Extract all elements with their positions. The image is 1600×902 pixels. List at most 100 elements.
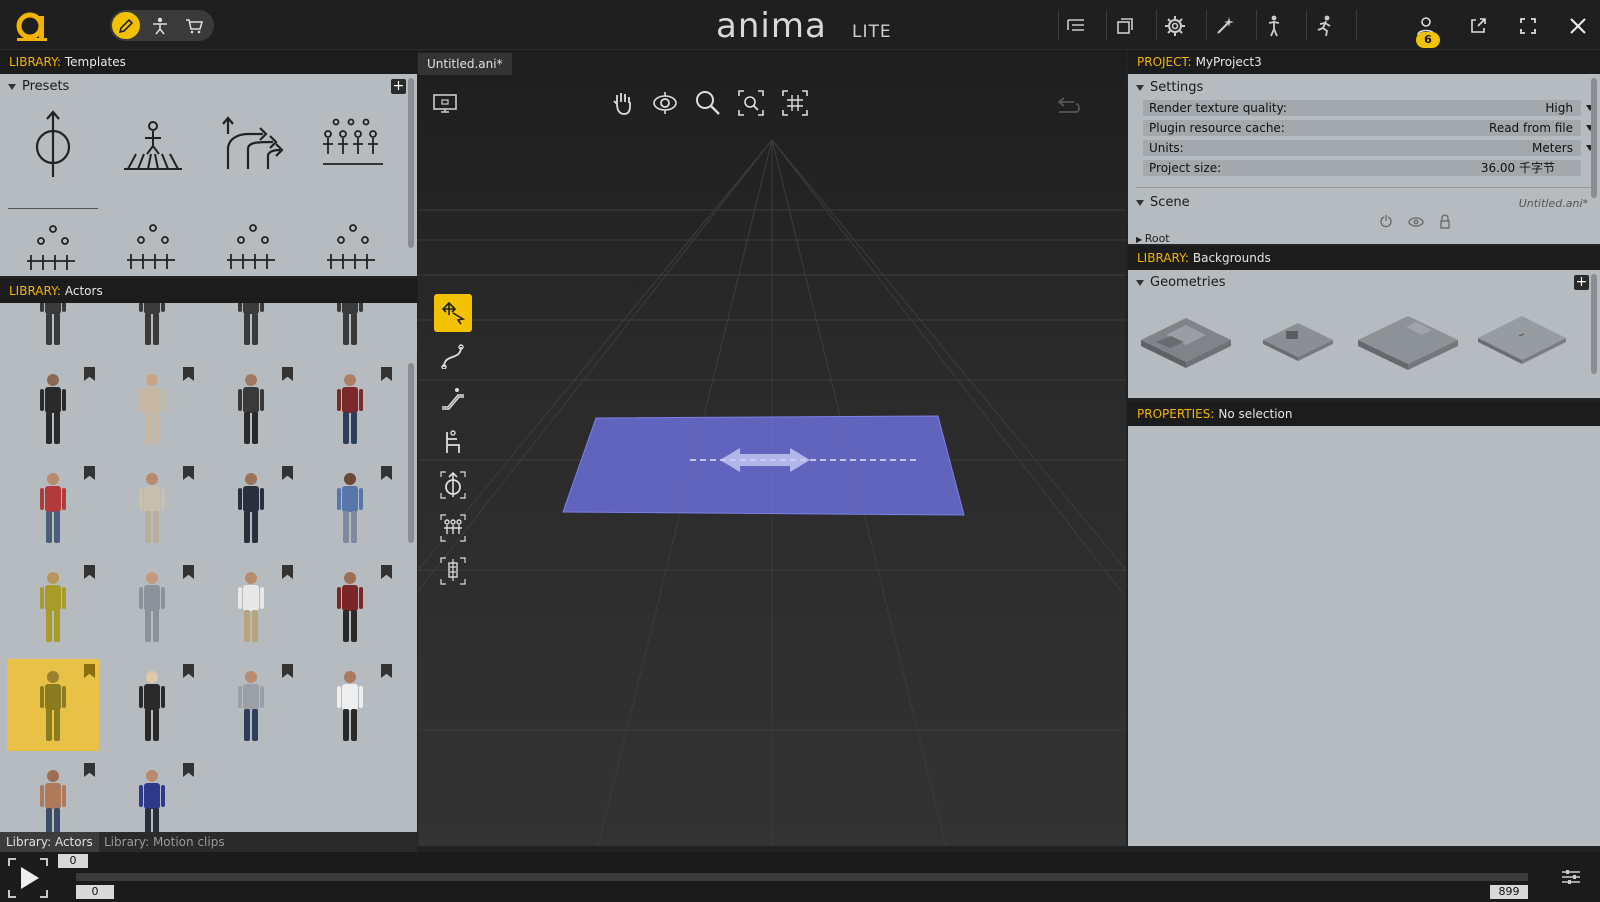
settings-scrollbar[interactable] [1591, 78, 1597, 198]
rotate-actor-preset-icon[interactable] [8, 108, 98, 180]
actor-thumbnail[interactable] [205, 303, 297, 355]
scene-root-item[interactable]: ▶ Root [1136, 232, 1170, 244]
add-preset-button[interactable]: + [391, 79, 406, 94]
scene-section-toggle[interactable]: Scene [1136, 195, 1190, 210]
end-frame-field[interactable]: 899 [1490, 885, 1528, 899]
actor-thumbnail[interactable] [7, 461, 99, 553]
setting-label: Project size: [1149, 161, 1222, 175]
crowd-block-preset-icon[interactable] [208, 208, 298, 280]
presets-section-toggle[interactable]: Presets [8, 79, 69, 94]
properties-panel [1128, 426, 1600, 846]
tab-library-actors[interactable]: Library: Actors [0, 832, 99, 852]
timeline-settings-icon[interactable] [1560, 868, 1582, 886]
presets-scrollbar[interactable] [408, 78, 414, 248]
anima-logo-icon[interactable] [14, 8, 50, 42]
actor-thumbnail[interactable] [304, 461, 396, 553]
actor-thumbnail[interactable] [106, 659, 198, 751]
actor-thumbnail[interactable] [205, 560, 297, 652]
actor-thumbnail[interactable] [7, 758, 99, 832]
rotate-actor-tool-icon[interactable] [434, 466, 472, 504]
close-icon[interactable] [1564, 12, 1592, 40]
actor-thumbnail[interactable] [106, 461, 198, 553]
edit-mode-pencil-icon[interactable] [112, 12, 140, 39]
export-icon[interactable] [1464, 12, 1492, 40]
geometries-section-toggle[interactable]: Geometries [1136, 275, 1226, 290]
crosswalk-preset-icon[interactable] [108, 108, 198, 180]
grid-toggle-icon[interactable] [780, 88, 810, 118]
crowd-area-preset-icon[interactable] [308, 208, 398, 280]
backgrounds-scrollbar[interactable] [1591, 274, 1597, 374]
divider [1136, 187, 1592, 188]
effects-sparkle-icon[interactable] [1211, 12, 1239, 40]
zoom-magnifier-icon[interactable] [693, 88, 723, 118]
actor-thumbnail[interactable] [7, 659, 99, 751]
divider [1106, 10, 1107, 40]
add-geometry-button[interactable]: + [1574, 275, 1589, 290]
actor-thumbnail[interactable] [106, 362, 198, 454]
start-frame-field[interactable]: 0 [76, 885, 114, 899]
crowd-cluster-preset-icon[interactable] [108, 208, 198, 280]
render-texture-quality-select[interactable]: Render texture quality: High [1143, 100, 1581, 116]
setting-value: 36.00 千字节 [1480, 161, 1555, 175]
outliner-list-icon[interactable] [1062, 12, 1090, 40]
actor-thumbnail[interactable] [205, 461, 297, 553]
actors-scrollbar[interactable] [408, 363, 414, 543]
actor-thumbnail[interactable] [106, 560, 198, 652]
document-tab[interactable]: Untitled.ani* [418, 53, 512, 75]
actor-thumbnail[interactable] [304, 659, 396, 751]
plaza-geometry-thumbnail[interactable] [1356, 300, 1460, 380]
actor-mode-icon[interactable] [146, 12, 174, 39]
flat-ground-geometry-thumbnail[interactable] [1470, 300, 1574, 380]
orbit-rotate-icon[interactable] [650, 88, 680, 118]
seat-chair-tool-icon[interactable] [434, 423, 472, 461]
mode-switcher [110, 10, 214, 41]
escalator-tool-icon[interactable] [434, 380, 472, 418]
pan-hand-icon[interactable] [608, 88, 638, 118]
3d-viewport[interactable] [418, 50, 1126, 846]
settings-gear-icon[interactable] [1161, 12, 1189, 40]
play-button[interactable] [8, 858, 48, 898]
app-edition: LITE [852, 22, 892, 42]
select-move-tool-icon[interactable] [434, 294, 472, 332]
store-cart-icon[interactable] [180, 12, 208, 39]
actor-thumbnail[interactable] [7, 560, 99, 652]
actor-thumbnail[interactable] [304, 303, 396, 355]
project-key: PROJECT: [1137, 55, 1192, 69]
current-frame-field[interactable]: 0 [58, 854, 88, 868]
path-curve-tool-icon[interactable] [434, 337, 472, 375]
units-select[interactable]: Units: Meters [1143, 140, 1581, 156]
timeline-track[interactable] [76, 873, 1528, 881]
library-key: LIBRARY: [1137, 251, 1189, 265]
scene-file-name: Untitled.ani* [1518, 197, 1588, 210]
fullscreen-icon[interactable] [1514, 12, 1542, 40]
animation-running-icon[interactable] [1311, 12, 1339, 40]
actor-thumbnail[interactable] [304, 560, 396, 652]
reset-camera-icon[interactable] [1054, 90, 1084, 120]
crowd-tool-icon[interactable] [434, 509, 472, 547]
actor-thumbnail[interactable] [106, 758, 198, 832]
presets-panel: Presets + [0, 74, 417, 276]
divider [1058, 10, 1059, 40]
tab-library-motion-clips[interactable]: Library: Motion clips [98, 832, 231, 852]
actor-thumbnail[interactable] [106, 303, 198, 355]
crowd-grid-preset-icon[interactable] [8, 208, 98, 280]
actor-standing-icon[interactable] [1260, 12, 1288, 40]
actors-library-header: LIBRARY: Actors [0, 279, 417, 303]
actor-thumbnail[interactable] [7, 362, 99, 454]
actor-thumbnail[interactable] [7, 303, 99, 355]
actor-thumbnail[interactable] [304, 362, 396, 454]
plugin-resource-cache-select[interactable]: Plugin resource cache: Read from file [1143, 120, 1581, 136]
notification-badge: 6 [1416, 32, 1440, 48]
actor-thumbnail[interactable] [205, 659, 297, 751]
settings-section-toggle[interactable]: Settings [1136, 80, 1203, 95]
actor-thumbnail[interactable] [205, 362, 297, 454]
city-block-geometry-thumbnail[interactable] [1134, 300, 1238, 380]
layers-icon[interactable] [1111, 12, 1139, 40]
branching-paths-preset-icon[interactable] [208, 108, 298, 180]
zoom-to-fit-icon[interactable] [736, 88, 766, 118]
spawn-point-tool-icon[interactable] [434, 552, 472, 590]
collapse-triangle-icon [1136, 84, 1144, 91]
screen-monitor-icon[interactable] [430, 88, 460, 118]
room-geometry-thumbnail[interactable] [1246, 300, 1350, 380]
crowd-preset-icon[interactable] [308, 108, 398, 180]
